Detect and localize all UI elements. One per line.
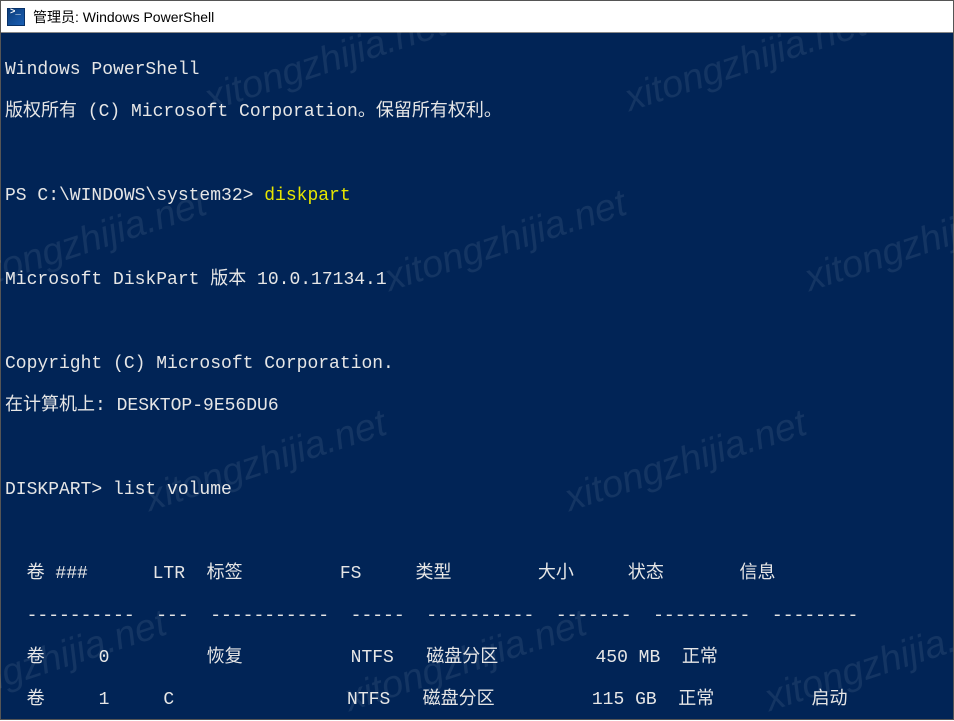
output-line: Microsoft DiskPart 版本 10.0.17134.1	[5, 270, 949, 291]
output-line	[5, 438, 949, 459]
output-line: Windows PowerShell	[5, 60, 949, 81]
output-line: Copyright (C) Microsoft Corporation.	[5, 354, 949, 375]
table-header: 卷 ### LTR 标签 FS 类型 大小 状态 信息	[5, 564, 949, 585]
window-title: 管理员: Windows PowerShell	[33, 7, 214, 27]
table-separator: ---------- --- ----------- ----- -------…	[5, 606, 949, 627]
prompt-line: PS C:\WINDOWS\system32> diskpart	[5, 186, 949, 207]
table-row: 卷 1 C NTFS 磁盘分区 115 GB 正常 启动	[5, 690, 949, 711]
powershell-icon	[7, 8, 25, 26]
output-line: 在计算机上: DESKTOP-9E56DU6	[5, 396, 949, 417]
prompt-line: DISKPART> list volume	[5, 480, 949, 501]
command-diskpart: diskpart	[264, 186, 350, 206]
table-row: 卷 0 恢复 NTFS 磁盘分区 450 MB 正常	[5, 648, 949, 669]
output-line: 版权所有 (C) Microsoft Corporation。保留所有权利。	[5, 102, 949, 123]
ps-prompt: PS C:\WINDOWS\system32>	[5, 186, 264, 206]
output-line	[5, 522, 949, 543]
output-line	[5, 144, 949, 165]
terminal-output[interactable]: Windows PowerShell 版权所有 (C) Microsoft Co…	[1, 33, 953, 719]
output-line	[5, 312, 949, 333]
powershell-window: 管理员: Windows PowerShell Windows PowerShe…	[0, 0, 954, 720]
window-titlebar[interactable]: 管理员: Windows PowerShell	[1, 1, 953, 33]
output-line	[5, 228, 949, 249]
